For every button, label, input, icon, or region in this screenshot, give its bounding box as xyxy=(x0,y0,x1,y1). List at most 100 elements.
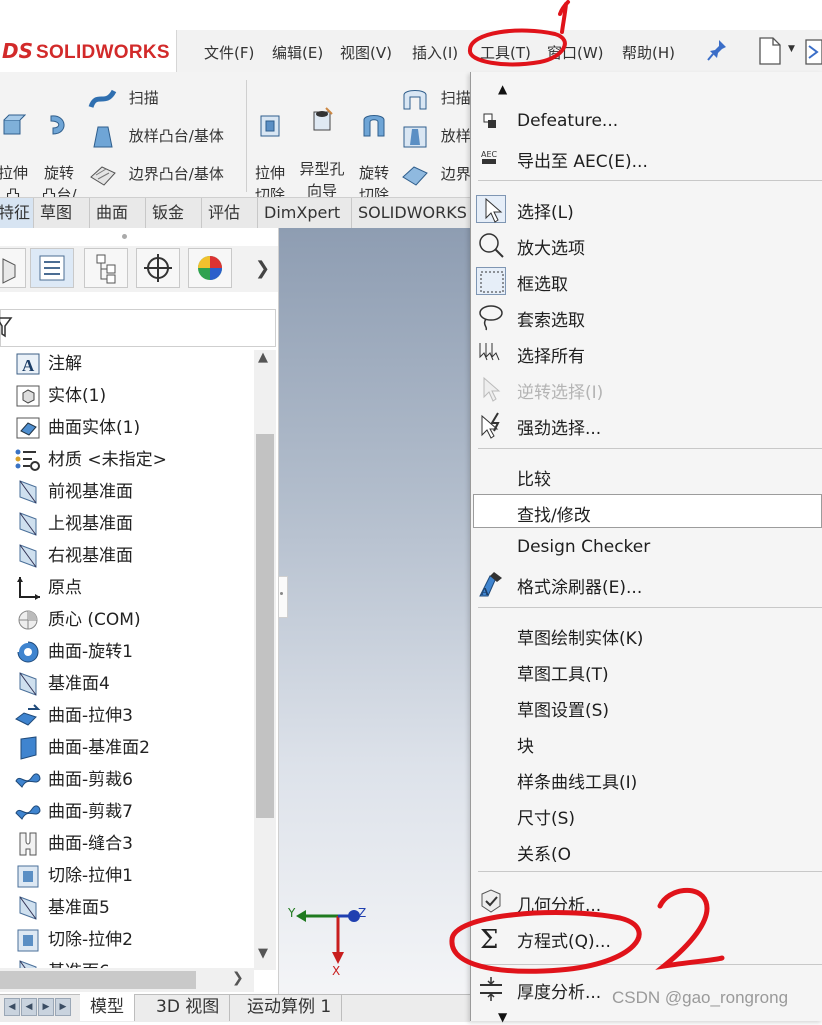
menu-item[interactable]: 框选取 xyxy=(470,264,822,298)
tree-item[interactable]: 曲面-拉伸3 xyxy=(14,702,133,730)
configuration-manager-tab[interactable] xyxy=(84,248,128,288)
tab-motion-study[interactable]: 运动算例 1 xyxy=(237,994,343,1021)
tab-surfaces[interactable]: 曲面 xyxy=(90,198,146,229)
menu-item[interactable]: Defeature... xyxy=(470,105,822,139)
scrollbar-thumb[interactable] xyxy=(256,434,274,818)
menu-item[interactable]: AEC 导出至 AEC(E)... xyxy=(470,141,822,175)
menu-item[interactable]: A 格式涂刷器(E)... xyxy=(470,567,822,601)
chevron-down-icon[interactable]: ▼ xyxy=(788,44,795,54)
tree-filter-input[interactable] xyxy=(0,309,276,347)
menu-item[interactable]: 强劲选择... xyxy=(470,408,822,442)
tree-item[interactable]: 基准面5 xyxy=(14,894,110,922)
menu-insert[interactable]: 插入(I) xyxy=(412,42,458,63)
menu-item[interactable]: Σ 方程式(Q)... xyxy=(470,921,822,955)
first-tab-button[interactable]: ◀ xyxy=(4,998,20,1016)
dimxpert-manager-tab[interactable] xyxy=(136,248,180,288)
tab-model[interactable]: 模型 xyxy=(80,994,135,1021)
lofted-cut-icon xyxy=(403,126,427,147)
menu-scroll-down-icon[interactable]: ▼ xyxy=(498,1010,507,1024)
menu-help[interactable]: 帮助(H) xyxy=(622,42,675,63)
solidworks-logo[interactable]: DS SOLIDWORKS xyxy=(0,30,177,72)
tree-item[interactable]: 质心 (COM) xyxy=(14,606,141,634)
menu-view[interactable]: 视图(V) xyxy=(340,42,392,63)
tree-item[interactable]: 曲面-基准面2 xyxy=(14,734,150,762)
menu-window[interactable]: 窗口(W) xyxy=(547,42,604,63)
revolve-cut-button[interactable]: 旋转 切除 xyxy=(352,90,396,206)
menu-edit[interactable]: 编辑(E) xyxy=(272,42,323,63)
defeature-icon xyxy=(476,108,506,136)
feature-manager-tab[interactable] xyxy=(0,248,26,288)
chevron-up-icon[interactable]: ▲ xyxy=(258,350,268,365)
chevron-right-icon[interactable]: ❯ xyxy=(255,258,270,279)
menu-item[interactable]: 草图设置(S) xyxy=(470,690,822,724)
tree-item[interactable]: 实体(1) xyxy=(14,382,106,410)
new-document-icon[interactable] xyxy=(758,36,782,66)
tree-item[interactable]: 曲面实体(1) xyxy=(14,414,140,442)
sweep-button[interactable]: 扫描 xyxy=(88,86,159,110)
tree-item[interactable]: 材质 <未指定> xyxy=(14,446,167,474)
menu-item[interactable]: 逆转选择(I) xyxy=(470,372,822,406)
menu-scroll-up-icon[interactable]: ▲ xyxy=(498,82,507,96)
tree-item[interactable]: 曲面-剪裁6 xyxy=(14,766,133,794)
loft-button[interactable]: 放样凸台/基体 xyxy=(88,124,224,148)
cut-extrude-icon xyxy=(14,863,42,889)
menu-item[interactable]: 样条曲线工具(I) xyxy=(470,762,822,796)
swept-cut-button[interactable]: 扫描 xyxy=(400,86,471,110)
menu-item[interactable]: 块 xyxy=(470,726,822,760)
box-select-icon xyxy=(476,267,506,295)
chevron-right-icon[interactable]: ❯ xyxy=(232,970,244,986)
tree-item[interactable]: 曲面-旋转1 xyxy=(14,638,133,666)
display-manager-tab[interactable] xyxy=(188,248,232,288)
tree-item[interactable]: 原点 xyxy=(14,574,82,602)
pin-icon[interactable] xyxy=(706,38,728,62)
lofted-cut-button[interactable]: 放样 xyxy=(400,124,471,148)
tree-item[interactable]: 曲面-缝合3 xyxy=(14,830,133,858)
loft-icon xyxy=(93,126,113,147)
tree-item-label: 注解 xyxy=(48,354,82,374)
menu-item[interactable]: 关系(O xyxy=(470,834,822,868)
tab-sheet-metal[interactable]: 钣金 xyxy=(146,198,202,229)
tab-dimxpert[interactable]: DimXpert xyxy=(258,198,352,229)
menu-item[interactable]: 选择(L) xyxy=(470,192,822,226)
menu-item[interactable]: 放大选项 xyxy=(470,228,822,262)
extrude-cut-button[interactable]: 拉伸 切除 xyxy=(250,90,290,206)
tab-evaluate[interactable]: 评估 xyxy=(202,198,258,229)
tab-features[interactable]: 特征 xyxy=(0,198,34,229)
menu-item[interactable]: 套索选取 xyxy=(470,300,822,334)
open-file-icon[interactable] xyxy=(803,36,822,66)
menu-item[interactable]: Design Checker xyxy=(470,531,822,565)
prev-tab-button[interactable]: ◀ xyxy=(21,998,37,1016)
tree-item[interactable]: 基准面4 xyxy=(14,670,110,698)
last-tab-button[interactable]: ▶ xyxy=(55,998,71,1016)
tree-item[interactable]: 上视基准面 xyxy=(14,510,133,538)
boundary-cut-button[interactable]: 边界 xyxy=(400,162,471,186)
menu-file[interactable]: 文件(F) xyxy=(204,42,254,63)
tree-item[interactable]: 前视基准面 xyxy=(14,478,133,506)
tree-item-label: 材质 <未指定> xyxy=(48,450,167,470)
menu-separator xyxy=(478,180,822,181)
tab-3d-view[interactable]: 3D 视图 xyxy=(146,994,231,1021)
menu-item[interactable]: 选择所有 xyxy=(470,336,822,370)
tab-sketch[interactable]: 草图 xyxy=(34,198,90,229)
menu-item[interactable]: 查找/修改 xyxy=(473,494,822,528)
tree-item[interactable]: 右视基准面 xyxy=(14,542,133,570)
tree-item[interactable]: 曲面-剪裁7 xyxy=(14,798,133,826)
menu-item[interactable]: 草图工具(T) xyxy=(470,654,822,688)
menu-item[interactable]: 几何分析... xyxy=(470,885,822,919)
tree-item[interactable]: A 注解 xyxy=(14,350,82,378)
chevron-down-icon[interactable]: ▼ xyxy=(258,946,268,961)
next-tab-button[interactable]: ▶ xyxy=(38,998,54,1016)
menu-tools[interactable]: 工具(T) xyxy=(480,42,531,63)
reference-triad: Y Z X xyxy=(282,896,372,982)
tree-item[interactable]: 切除-拉伸2 xyxy=(14,926,133,954)
property-manager-tab[interactable] xyxy=(30,248,74,288)
boundary-boss-button[interactable]: 边界凸台/基体 xyxy=(88,162,224,186)
menu-item[interactable]: 尺寸(S) xyxy=(470,798,822,832)
tree-item[interactable]: 切除-拉伸1 xyxy=(14,862,133,890)
menu-item[interactable]: 草图绘制实体(K) xyxy=(470,618,822,652)
panel-grip[interactable] xyxy=(122,234,127,239)
graphics-area[interactable] xyxy=(278,228,470,998)
tab-solidworks-addins[interactable]: SOLIDWORKS xyxy=(352,198,470,229)
horizontal-scrollbar-thumb[interactable] xyxy=(0,971,196,989)
menu-item[interactable]: 比较 xyxy=(470,459,822,493)
